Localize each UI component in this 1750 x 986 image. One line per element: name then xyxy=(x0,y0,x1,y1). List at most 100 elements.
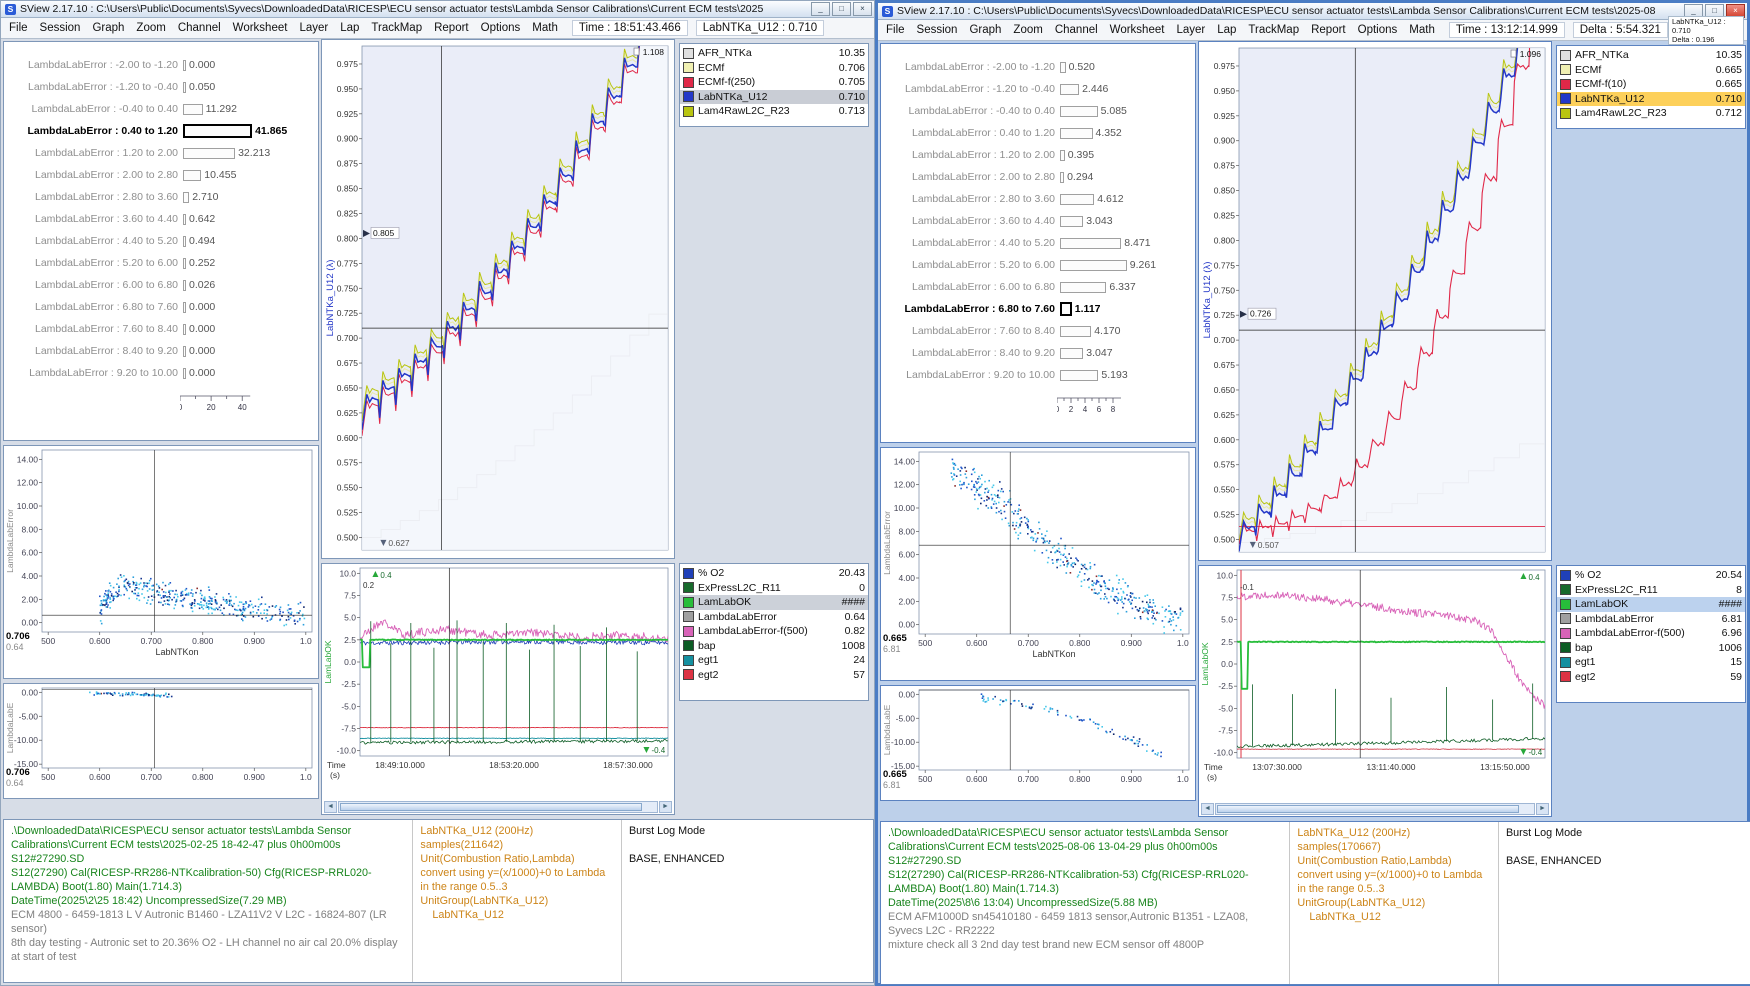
menu-item-file[interactable]: File xyxy=(880,22,911,38)
close-button[interactable]: × xyxy=(853,2,872,16)
histogram-row[interactable]: LambdaLabError : 2.00 to 2.8010.455 xyxy=(4,164,318,186)
legend-row[interactable]: LambdaLabError-f(500)0.82 xyxy=(680,624,868,639)
legend-row[interactable]: Lam4RawL2C_R230.713 xyxy=(680,104,868,119)
time-chart-panel[interactable]: 10.07.55.02.50.0-2.5-5.0-7.5-10.018:49:1… xyxy=(321,563,675,815)
scatter-error-svg[interactable]: 14.0012.0010.008.006.004.002.000.005000.… xyxy=(881,448,1195,680)
legend-row[interactable]: LabNTKa_U120.710 xyxy=(680,90,868,105)
histogram-row[interactable]: LambdaLabError : 4.40 to 5.208.471 xyxy=(881,232,1195,254)
legend-row[interactable]: LambdaLabError0.64 xyxy=(680,610,868,625)
minimize-button[interactable]: _ xyxy=(811,2,830,16)
histogram-row[interactable]: LambdaLabError : 4.40 to 5.200.494 xyxy=(4,230,318,252)
scatter-error-svg[interactable]: 14.0012.0010.008.006.004.002.000.005000.… xyxy=(4,446,318,678)
legend-row[interactable]: LambdaLabError-f(500)6.96 xyxy=(1557,626,1745,641)
legend-row[interactable]: LambdaLabError6.81 xyxy=(1557,612,1745,627)
scroll-thumb[interactable] xyxy=(340,803,642,811)
menu-item-report[interactable]: Report xyxy=(1305,22,1352,38)
scroll-track[interactable] xyxy=(338,801,658,813)
legend-row[interactable]: % O220.54 xyxy=(1557,568,1745,583)
window-titlebar[interactable]: S SView 2.17.10 : C:\Users\Public\Docume… xyxy=(878,3,1747,20)
legend-row[interactable]: bap1008 xyxy=(680,639,868,654)
menu-item-session[interactable]: Session xyxy=(34,20,87,36)
legend-row[interactable]: ECMf0.706 xyxy=(680,61,868,76)
legend-row[interactable]: ExPressL2C_R118 xyxy=(1557,583,1745,598)
histogram-row[interactable]: LambdaLabError : -1.20 to -0.402.446 xyxy=(881,78,1195,100)
scatter-panel-error[interactable]: 14.0012.0010.008.006.004.002.000.005000.… xyxy=(3,445,319,679)
time-scrollbar[interactable]: ◄ ► xyxy=(324,801,672,813)
legend-row[interactable]: AFR_NTKa10.35 xyxy=(1557,48,1745,63)
legend-row[interactable]: ECMf-f(10)0.665 xyxy=(1557,77,1745,92)
menu-item-lap[interactable]: Lap xyxy=(1211,22,1242,38)
histogram-row[interactable]: LambdaLabError : -0.40 to 0.405.085 xyxy=(881,100,1195,122)
time-chart-svg[interactable]: 10.07.55.02.50.0-2.5-5.0-7.5-10.013:07:3… xyxy=(1199,566,1551,802)
menu-item-worksheet[interactable]: Worksheet xyxy=(227,20,294,36)
legend-row[interactable]: LabNTKa_U120.710 xyxy=(1557,92,1745,107)
histogram-row[interactable]: LambdaLabError : 7.60 to 8.404.170 xyxy=(881,320,1195,342)
histogram-row[interactable]: LambdaLabError : 2.00 to 2.800.294 xyxy=(881,166,1195,188)
histogram-row[interactable]: LambdaLabError : 5.20 to 6.000.252 xyxy=(4,252,318,274)
histogram-row[interactable]: LambdaLabError : 3.60 to 4.400.642 xyxy=(4,208,318,230)
histogram-row[interactable]: LambdaLabError : -0.40 to 0.4011.292 xyxy=(4,98,318,120)
legend-row[interactable]: ExPressL2C_R110 xyxy=(680,581,868,596)
scatter-error-neg-svg[interactable]: 0.00-5.00-10.00-15.005000.6000.7000.8000… xyxy=(4,684,318,798)
menu-item-session[interactable]: Session xyxy=(911,22,964,38)
legend-row[interactable]: egt115 xyxy=(1557,655,1745,670)
time-chart-panel[interactable]: 10.07.55.02.50.0-2.5-5.0-7.5-10.013:07:3… xyxy=(1198,565,1552,817)
menu-item-options[interactable]: Options xyxy=(1352,22,1404,38)
menu-item-file[interactable]: File xyxy=(3,20,34,36)
window-titlebar[interactable]: S SView 2.17.10 : C:\Users\Public\Docume… xyxy=(1,1,874,18)
menu-item-layer[interactable]: Layer xyxy=(1170,22,1211,38)
legend-row[interactable]: egt257 xyxy=(680,668,868,683)
scroll-left-icon[interactable]: ◄ xyxy=(324,801,337,813)
histogram-row[interactable]: LambdaLabError : 2.80 to 3.604.612 xyxy=(881,188,1195,210)
legend-row[interactable]: Lam4RawL2C_R230.712 xyxy=(1557,106,1745,121)
menu-item-zoom[interactable]: Zoom xyxy=(1007,22,1048,38)
scatter-error-neg-svg[interactable]: 0.00-5.00-10.00-15.005000.6000.7000.8000… xyxy=(881,686,1195,800)
menu-item-zoom[interactable]: Zoom xyxy=(130,20,171,36)
scroll-right-icon[interactable]: ► xyxy=(659,801,672,813)
legend-row[interactable]: % O220.43 xyxy=(680,566,868,581)
scroll-left-icon[interactable]: ◄ xyxy=(1201,803,1214,815)
histogram-row[interactable]: LambdaLabError : -2.00 to -1.200.520 xyxy=(881,56,1195,78)
scroll-thumb[interactable] xyxy=(1217,805,1519,813)
histogram-row[interactable]: LambdaLabError : 8.40 to 9.203.047 xyxy=(881,342,1195,364)
legend-row[interactable]: ECMf0.665 xyxy=(1557,63,1745,78)
maximize-button[interactable]: □ xyxy=(832,2,851,16)
histogram-row[interactable]: LambdaLabError : 6.80 to 7.600.000 xyxy=(4,296,318,318)
histogram-row[interactable]: LambdaLabError : 5.20 to 6.009.261 xyxy=(881,254,1195,276)
menu-item-channel[interactable]: Channel xyxy=(1049,22,1104,38)
main-chart-panel[interactable]: 0.9750.9500.9250.9000.8750.8500.8250.800… xyxy=(1198,41,1552,561)
scroll-track[interactable] xyxy=(1215,803,1535,815)
time-chart-svg[interactable]: 10.07.55.02.50.0-2.5-5.0-7.5-10.018:49:1… xyxy=(322,564,674,800)
legend-row[interactable]: LamLabOK#### xyxy=(1557,597,1745,612)
legend-row[interactable]: bap1006 xyxy=(1557,641,1745,656)
histogram-row[interactable]: LambdaLabError : 1.20 to 2.000.395 xyxy=(881,144,1195,166)
scatter-panel-error-neg[interactable]: 0.00-5.00-10.00-15.005000.6000.7000.8000… xyxy=(3,683,319,799)
menu-item-graph[interactable]: Graph xyxy=(963,22,1007,38)
scatter-panel-error[interactable]: 14.0012.0010.008.006.004.002.000.005000.… xyxy=(880,447,1196,681)
legend-row[interactable]: AFR_NTKa10.35 xyxy=(680,46,868,61)
menu-item-layer[interactable]: Layer xyxy=(293,20,334,36)
legend-row[interactable]: egt259 xyxy=(1557,670,1745,685)
menu-item-trackmap[interactable]: TrackMap xyxy=(365,20,428,36)
histogram-row[interactable]: LambdaLabError : 3.60 to 4.403.043 xyxy=(881,210,1195,232)
menu-item-math[interactable]: Math xyxy=(1403,22,1441,38)
histogram-row[interactable]: LambdaLabError : -2.00 to -1.200.000 xyxy=(4,54,318,76)
menu-item-options[interactable]: Options xyxy=(475,20,527,36)
scatter-panel-error-neg[interactable]: 0.00-5.00-10.00-15.005000.6000.7000.8000… xyxy=(880,685,1196,801)
legend-row[interactable]: egt124 xyxy=(680,653,868,668)
main-chart-svg[interactable]: 0.9750.9500.9250.9000.8750.8500.8250.800… xyxy=(322,40,674,558)
menu-item-worksheet[interactable]: Worksheet xyxy=(1104,22,1171,38)
legend-row[interactable]: LamLabOK#### xyxy=(680,595,868,610)
histogram-row[interactable]: LambdaLabError : 6.00 to 6.800.026 xyxy=(4,274,318,296)
histogram-row[interactable]: LambdaLabError : 0.40 to 1.204.352 xyxy=(881,122,1195,144)
menu-item-channel[interactable]: Channel xyxy=(172,20,227,36)
menu-item-math[interactable]: Math xyxy=(526,20,564,36)
histogram-row[interactable]: LambdaLabError : 9.20 to 10.005.193 xyxy=(881,364,1195,386)
legend-row[interactable]: ECMf-f(250)0.705 xyxy=(680,75,868,90)
histogram-row[interactable]: LambdaLabError : 0.40 to 1.2041.865 xyxy=(4,120,318,142)
main-chart-svg[interactable]: 0.9750.9500.9250.9000.8750.8500.8250.800… xyxy=(1199,42,1551,560)
histogram-row[interactable]: LambdaLabError : 7.60 to 8.400.000 xyxy=(4,318,318,340)
time-scrollbar[interactable]: ◄ ► xyxy=(1201,803,1549,815)
menu-item-report[interactable]: Report xyxy=(428,20,475,36)
histogram-row[interactable]: LambdaLabError : -1.20 to -0.400.050 xyxy=(4,76,318,98)
